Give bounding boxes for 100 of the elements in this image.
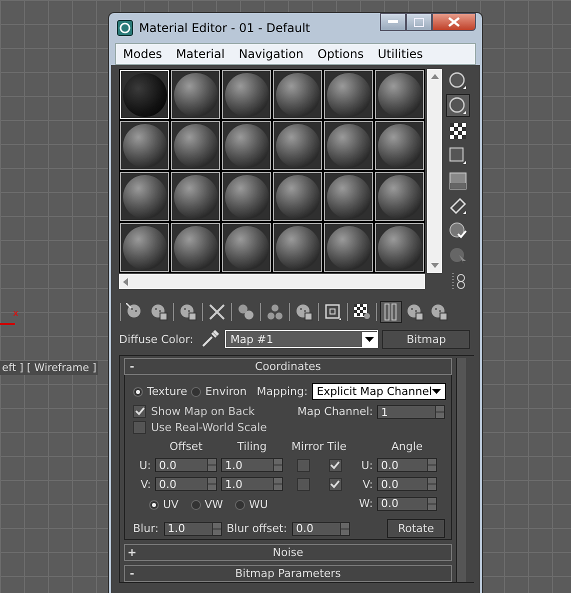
- mapping-label: Mapping:: [256, 385, 308, 398]
- radio-option[interactable]: Environ: [191, 385, 247, 398]
- close-button[interactable]: [432, 13, 476, 31]
- axis-label: U:: [138, 458, 151, 472]
- axis-label: x: [13, 309, 18, 319]
- side-tool-button[interactable]: [446, 94, 470, 117]
- scrollbar[interactable]: [427, 69, 442, 273]
- square-icon: [324, 303, 342, 321]
- blur-offset-label: Blur offset:: [226, 522, 288, 535]
- radio-option[interactable]: Texture: [133, 385, 188, 398]
- map-channel-spinner[interactable]: 1: [377, 405, 445, 419]
- axis-label: V:: [362, 478, 373, 490]
- material-slot[interactable]: [171, 223, 220, 272]
- material-slot[interactable]: [375, 172, 424, 221]
- sphere-cube-icon: [179, 303, 197, 321]
- material-slot[interactable]: [120, 223, 169, 272]
- material-slot[interactable]: [120, 172, 169, 221]
- scrollbar[interactable]: [119, 274, 425, 289]
- delete-icon: [208, 303, 226, 321]
- offset-spinner[interactable]: 0.0: [155, 477, 217, 491]
- window-title: Material Editor - 01 - Default: [139, 21, 310, 35]
- rollout-header[interactable]: - Coordinates: [124, 358, 452, 375]
- material-slot[interactable]: [375, 223, 424, 272]
- material-slot[interactable]: [273, 121, 322, 170]
- material-slot[interactable]: [222, 172, 271, 221]
- checker-icon: [449, 122, 467, 140]
- material-slot[interactable]: [324, 172, 373, 221]
- checker-icon: [353, 303, 371, 321]
- sphere-icon: [449, 72, 467, 90]
- menu-item[interactable]: Material: [168, 47, 232, 61]
- dropdown-arrow-icon: [432, 389, 442, 394]
- angle-spinner[interactable]: 0.0: [377, 458, 437, 472]
- tile-checkbox[interactable]: [328, 458, 342, 472]
- rollout-header[interactable]: - Bitmap Parameters: [124, 565, 452, 582]
- axis-label: U:: [360, 458, 373, 472]
- material-slot[interactable]: [375, 70, 424, 119]
- rotate-button[interactable]: Rotate: [387, 519, 445, 538]
- maximize-icon: [414, 18, 424, 26]
- angle-spinner[interactable]: 0.0: [377, 477, 437, 491]
- diffuse-label: Diffuse Color:: [119, 332, 194, 346]
- tiling-spinner[interactable]: 1.0: [221, 477, 283, 491]
- material-slot[interactable]: [222, 223, 271, 272]
- material-slot[interactable]: [273, 223, 322, 272]
- toolbar-button[interactable]: [380, 301, 402, 323]
- material-slot[interactable]: [222, 121, 271, 170]
- radio-option[interactable]: UV: [149, 498, 179, 511]
- mirror-checkbox[interactable]: [296, 458, 310, 472]
- checkbox[interactable]: Show Map on Back: [133, 405, 267, 418]
- menu-item[interactable]: Utilities: [370, 47, 430, 61]
- swatch-icon: [449, 172, 467, 190]
- material-slot[interactable]: [324, 70, 373, 119]
- map-type-button[interactable]: Bitmap: [382, 330, 470, 348]
- close-icon: [448, 17, 460, 27]
- material-slot[interactable]: [171, 121, 220, 170]
- material-slot[interactable]: [375, 121, 424, 170]
- menu-item[interactable]: Navigation: [232, 47, 310, 61]
- material-slot[interactable]: [324, 121, 373, 170]
- column-header: Offset: [168, 440, 204, 453]
- maximize-button[interactable]: [406, 13, 432, 31]
- mirror-checkbox[interactable]: [296, 478, 310, 490]
- material-slot[interactable]: [273, 172, 322, 221]
- rollout-header[interactable]: + Noise: [124, 544, 452, 561]
- radio-option[interactable]: WU: [234, 498, 268, 511]
- menu-item[interactable]: Options: [310, 47, 371, 61]
- axis-label: V:: [140, 478, 151, 490]
- checkmark-icon: [134, 407, 144, 416]
- material-slot[interactable]: [324, 223, 373, 272]
- minimize-icon: [388, 20, 398, 24]
- radio-option[interactable]: VW: [190, 498, 223, 511]
- tile-checkbox[interactable]: [328, 478, 342, 490]
- sphere-icon: [449, 96, 467, 114]
- material-slot[interactable]: [120, 121, 169, 170]
- minimize-button[interactable]: [380, 13, 406, 31]
- tiling-spinner[interactable]: 1.0: [221, 458, 283, 472]
- material-slot[interactable]: [171, 172, 220, 221]
- offset-spinner[interactable]: 0.0: [155, 458, 217, 472]
- scrollbar[interactable]: [456, 358, 466, 582]
- axis-line: [0, 323, 15, 325]
- scroll-left-icon: [123, 278, 128, 286]
- checkbox[interactable]: Use Real-World Scale: [133, 421, 267, 434]
- blur-spinner[interactable]: 1.0: [164, 522, 222, 536]
- column-header: Tiling: [236, 440, 268, 453]
- sphere-copy-icon: [237, 303, 255, 321]
- scroll-up-icon: [430, 74, 438, 79]
- viewport-label: eft ] [ Wireframe ]: [0, 361, 98, 375]
- material-name-dropdown[interactable]: Map #1: [225, 330, 378, 348]
- material-slot[interactable]: [222, 70, 271, 119]
- mapping-dropdown[interactable]: Explicit Map Channel: [312, 383, 446, 400]
- sphere-pointer-icon: [449, 246, 467, 264]
- sphere-check-icon: [449, 222, 467, 240]
- eyedropper-icon[interactable]: [201, 330, 220, 348]
- material-slot[interactable]: [171, 70, 220, 119]
- square-icon: [449, 146, 467, 164]
- menu-item[interactable]: Modes: [116, 47, 169, 61]
- material-slot[interactable]: [273, 70, 322, 119]
- sphere-cluster-icon: [266, 303, 284, 321]
- column-header: Mirror Tile: [290, 440, 348, 453]
- blur-label: Blur:: [133, 522, 159, 535]
- blur-offset-spinner[interactable]: 0.0: [292, 522, 350, 536]
- angle-spinner[interactable]: 0.0: [377, 496, 437, 510]
